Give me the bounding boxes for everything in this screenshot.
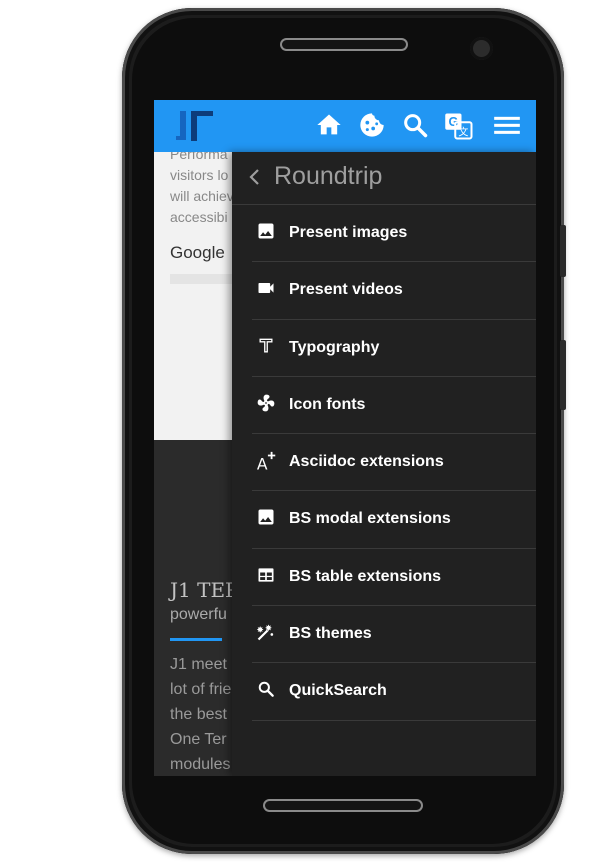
translate-icon[interactable]: G 文	[444, 111, 474, 146]
magic-wand-icon	[256, 622, 278, 644]
phone-power-button	[560, 340, 566, 410]
menu-item-label: QuickSearch	[289, 682, 387, 700]
menu-item-present-videos[interactable]: Present videos	[252, 262, 536, 320]
menu-item-icon-fonts[interactable]: Icon fonts	[252, 377, 536, 435]
top-app-bar: G 文	[154, 100, 536, 152]
section-line: modules	[170, 756, 231, 773]
menu-item-present-images[interactable]: Present images	[252, 205, 536, 263]
menu-item-label: Present videos	[289, 281, 403, 299]
logo-icon[interactable]	[176, 108, 218, 149]
screen: Performa visitors lo will achiev accessi…	[154, 100, 536, 776]
section-line: One Ter	[170, 731, 227, 748]
phone-camera	[470, 37, 493, 60]
videocam-icon	[256, 278, 278, 300]
fan-icon	[256, 393, 278, 415]
menu-item-quicksearch[interactable]: QuickSearch	[252, 663, 536, 721]
cookie-icon[interactable]	[358, 111, 386, 144]
menu-item-label: Icon fonts	[289, 395, 366, 413]
text-icon	[256, 336, 278, 358]
section-subtitle: powerfu	[170, 606, 227, 623]
home-icon[interactable]	[315, 111, 343, 144]
drawer-title: Roundtrip	[274, 162, 383, 190]
section-line: lot of frie	[170, 681, 232, 698]
font-plus-icon: A	[256, 450, 278, 473]
section-rule	[170, 638, 222, 641]
section-line: J1 meet	[170, 656, 227, 673]
phone-speaker	[280, 38, 408, 51]
menu-item-bs-themes[interactable]: BS themes	[252, 606, 536, 664]
search-icon[interactable]	[401, 111, 429, 144]
google-heading: Google	[170, 243, 225, 262]
menu-item-typography[interactable]: Typography	[252, 320, 536, 377]
thumbnail-image	[170, 274, 240, 284]
svg-text:文: 文	[458, 125, 468, 138]
chevron-left-icon[interactable]	[246, 167, 264, 192]
menu-item-label: Typography	[289, 338, 380, 356]
drawer-header[interactable]: Roundtrip	[232, 152, 536, 205]
menu-item-label: BS modal extensions	[289, 510, 451, 528]
navigation-drawer: Roundtrip Present images Present videos …	[232, 152, 536, 776]
section-line: the best	[170, 706, 227, 723]
menu-icon[interactable]	[492, 111, 522, 144]
menu-item-bs-table-extensions[interactable]: BS table extensions	[252, 549, 536, 607]
menu-item-label: Asciidoc extensions	[289, 453, 444, 471]
section-title: J1 TER	[170, 578, 241, 602]
menu-item-label: BS themes	[289, 625, 372, 643]
menu-item-bs-modal-extensions[interactable]: BS modal extensions	[252, 491, 536, 549]
image-icon	[256, 221, 278, 243]
drawer-menu: Present images Present videos Typography…	[232, 205, 536, 721]
phone-volume-button	[560, 225, 566, 277]
table-icon	[256, 565, 278, 587]
menu-item-label: Present images	[289, 224, 408, 241]
menu-item-asciidoc-extensions[interactable]: A Asciidoc extensions	[252, 434, 536, 492]
svg-text:A: A	[257, 455, 268, 472]
phone-bottom-speaker	[263, 799, 423, 812]
menu-item-label: BS table extensions	[289, 567, 442, 585]
search-icon	[256, 679, 278, 701]
image-icon	[256, 507, 278, 529]
